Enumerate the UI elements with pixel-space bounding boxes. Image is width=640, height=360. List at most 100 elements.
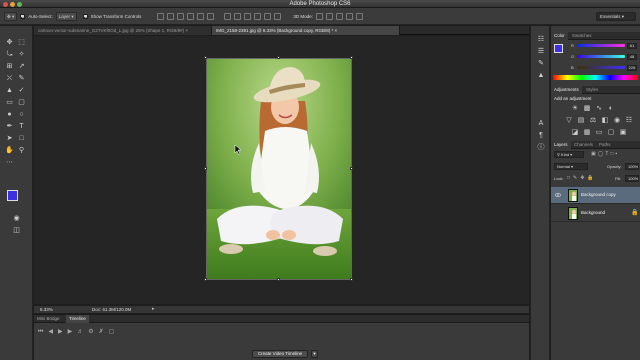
shape-tool-icon[interactable]: □ [17,134,26,143]
tab-swatches[interactable]: Swatches [569,32,595,40]
channel-r-slider[interactable] [577,44,625,47]
channel-b-slider[interactable] [577,66,625,69]
gradient-tool-icon[interactable]: ▢ [17,98,26,107]
levels-icon[interactable]: ▩ [583,105,591,113]
transform-handle-tc[interactable] [277,56,280,59]
brush-tool-icon[interactable]: ✎ [17,74,26,83]
align-top-icon[interactable] [157,12,165,20]
layer-filter-kind[interactable]: ⚲ Kind ▾ [554,151,584,158]
transform-handle-bl[interactable] [204,278,207,281]
fill-field[interactable]: 100% [625,175,639,182]
color-spectrum-ramp[interactable] [553,75,638,80]
photo-filter-icon[interactable]: ◉ [613,117,621,125]
tab-paths[interactable]: Paths [596,141,614,149]
clone-stamp-tool-icon[interactable]: ▲ [5,86,14,95]
distribute-vcenter-icon[interactable] [234,12,242,20]
zoom-tool-icon[interactable]: ⚲ [17,146,26,155]
visibility-eye-icon[interactable] [555,192,561,198]
quick-select-tool-icon[interactable]: ✧ [17,50,26,59]
channel-r-value[interactable]: 61 [627,43,637,49]
channel-mixer-icon[interactable]: ☷ [625,117,633,125]
channel-g-value[interactable]: 48 [627,54,637,60]
gradient-map-icon[interactable]: ▢ [607,129,615,137]
threshold-icon[interactable]: ▭ [595,129,603,137]
distribute-right-icon[interactable] [274,12,282,20]
transform-handle-mr[interactable] [350,167,353,170]
tab-img-2158[interactable]: IMG_2158-2391.jpg @ 8.33% (Background co… [212,26,400,35]
3d-rotate-icon[interactable] [315,12,323,20]
pen-tool-icon[interactable]: ✒ [5,122,14,131]
transform-handle-ml[interactable] [204,167,207,170]
healing-brush-tool-icon[interactable]: ⛌ [5,74,14,83]
distribute-left-icon[interactable] [254,12,262,20]
move-tool-preset-button[interactable]: ✥ ▾ [4,11,18,21]
audio-icon[interactable]: ♬ [77,329,88,335]
lock-icons[interactable]: □✎✥🔒 [567,175,597,181]
character-panel-icon[interactable]: A [536,120,546,128]
tab-adjustments[interactable]: Adjustments [551,86,582,94]
invert-icon[interactable]: ◪ [571,129,579,137]
layer-row-background-copy[interactable]: Background copy [551,187,640,204]
3d-slide-icon[interactable] [345,12,353,20]
path-select-tool-icon[interactable]: ➤ [5,134,14,143]
align-bottom-icon[interactable] [177,12,185,20]
distribute-top-icon[interactable] [224,12,232,20]
next-frame-icon[interactable]: ▶ [68,329,78,335]
auto-select-checkbox[interactable] [20,13,26,19]
transform-handle-bc[interactable] [277,278,280,281]
transform-handle-tr[interactable] [350,56,353,59]
properties-panel-icon[interactable]: ☰ [536,48,546,56]
tab-color[interactable]: Color [551,32,568,40]
channel-g-slider[interactable] [577,55,625,58]
settings-icon[interactable]: ⚙ [88,329,98,335]
vibrance-icon[interactable]: ▽ [565,117,573,125]
paragraph-panel-icon[interactable]: ¶ [536,132,546,140]
eyedropper-tool-icon[interactable]: ↗ [17,62,26,71]
align-left-icon[interactable] [187,12,195,20]
dodge-tool-icon[interactable]: ○ [17,110,26,119]
posterize-icon[interactable]: ▦ [583,129,591,137]
distribute-hcenter-icon[interactable] [264,12,272,20]
blend-mode-dropdown[interactable]: Normal ▾ [554,163,588,170]
hue-saturation-icon[interactable]: ▤ [577,117,585,125]
foreground-color-swatch[interactable] [7,190,18,201]
channel-b-value[interactable]: 226 [627,65,637,71]
workspace-switcher[interactable]: Essentials ▾ [596,12,636,21]
photo-image[interactable] [206,58,352,280]
exposure-icon[interactable]: ◐ [607,105,615,113]
blur-tool-icon[interactable]: ● [5,110,14,119]
tab-timeline[interactable]: Timeline [66,315,89,323]
split-icon[interactable]: ✗ [99,329,109,335]
selective-color-icon[interactable]: ▣ [619,129,627,137]
3d-scale-icon[interactable] [355,12,363,20]
auto-select-dropdown[interactable]: Layer ▾ [55,11,77,21]
color-balance-icon[interactable]: ⚖ [589,117,597,125]
3d-pan-icon[interactable] [335,12,343,20]
curves-icon[interactable]: ∿ [595,105,603,113]
align-right-icon[interactable] [207,12,215,20]
eraser-tool-icon[interactable]: ▭ [5,98,14,107]
play-icon[interactable]: ▶ [58,329,68,335]
brightness-contrast-icon[interactable]: ☀ [571,105,579,113]
timeline-dropdown-icon[interactable]: ▾ [311,350,318,358]
move-tool-icon[interactable]: ✥ [5,38,14,47]
color-panel-foreground[interactable] [554,44,563,53]
create-video-timeline-button[interactable]: Create Video Timeline [252,350,308,358]
opacity-field[interactable]: 100% [625,163,639,170]
status-menu-arrow-icon[interactable]: ▸ [152,306,155,312]
hand-tool-icon[interactable]: ✋ [5,146,14,155]
tab-submarine[interactable]: cartoon-vector-submarine_G2TVKf0Od_L.jpg… [34,26,212,35]
transform-handle-br[interactable] [350,278,353,281]
clone-source-panel-icon[interactable]: ▲ [536,72,546,80]
info-panel-icon[interactable]: ⓘ [536,144,546,152]
transform-handle-tl[interactable] [204,56,207,59]
screen-mode-icon[interactable]: ◫ [12,226,21,235]
transition-icon[interactable]: ▢ [109,329,120,335]
history-panel-icon[interactable]: ☷ [536,36,546,44]
brush-panel-icon[interactable]: ✎ [536,60,546,68]
marquee-tool-icon[interactable]: ⬚ [17,38,26,47]
black-white-icon[interactable]: ◧ [601,117,609,125]
3d-roll-icon[interactable] [325,12,333,20]
quick-mask-icon[interactable]: ◉ [12,214,21,223]
layer-row-background[interactable]: Background 🔒 [551,205,640,222]
